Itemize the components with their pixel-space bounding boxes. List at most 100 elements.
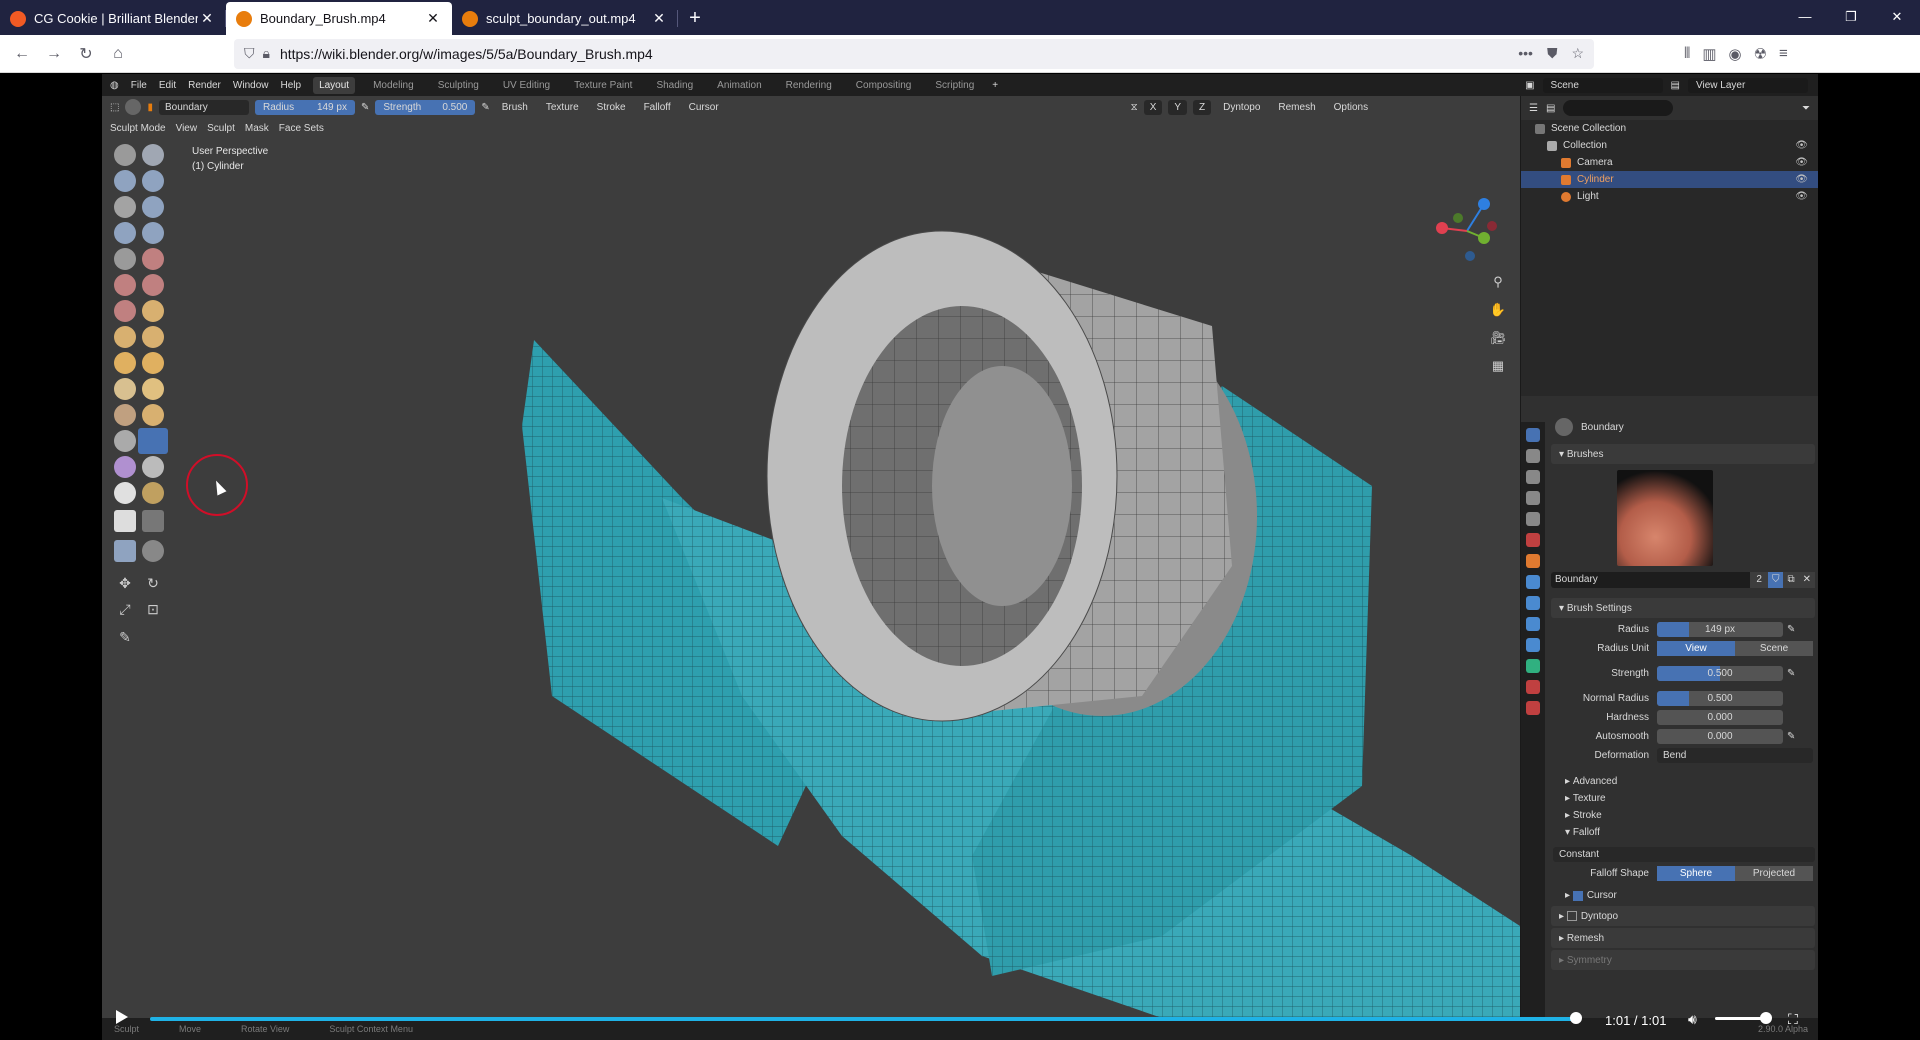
cursor-subpanel[interactable]: ▸ Cursor [1547, 887, 1819, 904]
symmetry-panel-header[interactable]: ▸ Symmetry [1551, 950, 1815, 970]
face-set-color-icon[interactable] [142, 482, 164, 504]
strength-slider[interactable]: 0.500 [1657, 666, 1783, 681]
cursor-dropdown[interactable]: Cursor [683, 100, 725, 115]
volume-slider[interactable] [1715, 1017, 1765, 1020]
pressure-icon[interactable]: ✎ [1787, 624, 1795, 635]
scene-field[interactable]: Scene [1542, 77, 1663, 93]
move-icon[interactable]: ✥ [114, 572, 136, 594]
draw-brush-icon[interactable] [114, 144, 136, 166]
brush-thumbnail[interactable] [1617, 470, 1713, 566]
extension-icon[interactable]: ☢ [1754, 45, 1767, 63]
pressure-icon[interactable]: ✎ [361, 102, 369, 113]
radius-unit-view[interactable]: View [1657, 641, 1735, 656]
box-mask-icon[interactable] [114, 510, 136, 532]
fake-user-icon[interactable]: ⛉ [1767, 572, 1784, 588]
pinch-brush-icon[interactable] [142, 300, 164, 322]
outliner-item-light[interactable]: Light 👁︎ [1521, 188, 1818, 205]
workspace-texture-paint[interactable]: Texture Paint [568, 77, 638, 94]
volume-knob[interactable] [1760, 1012, 1772, 1024]
advanced-subpanel[interactable]: ▸ Advanced [1547, 773, 1819, 790]
editor-type-icon[interactable]: ⬚ [110, 102, 119, 113]
snake-hook-brush-icon[interactable] [114, 352, 136, 374]
menu-file[interactable]: File [131, 80, 147, 91]
eye-icon[interactable]: 👁︎ [1795, 157, 1808, 168]
crease-brush-icon[interactable] [142, 222, 164, 244]
eye-icon[interactable]: 👁︎ [1795, 174, 1808, 185]
sidebar-icon[interactable]: ▥ [1702, 45, 1716, 63]
falloff-dropdown[interactable]: Falloff [638, 100, 677, 115]
brush-preview-icon[interactable] [125, 99, 142, 115]
remesh-panel-header[interactable]: ▸ Remesh [1551, 928, 1815, 948]
remesh-dropdown[interactable]: Remesh [1272, 100, 1321, 115]
simplify-brush-icon[interactable] [114, 456, 136, 478]
workspace-rendering[interactable]: Rendering [780, 77, 838, 94]
close-icon[interactable]: ✕ [198, 10, 216, 27]
brush-settings-panel-header[interactable]: ▾ Brush Settings [1551, 598, 1815, 618]
texture-dropdown[interactable]: Texture [540, 100, 585, 115]
play-icon[interactable] [116, 1010, 128, 1024]
outliner-item-camera[interactable]: Camera 👁︎ [1521, 154, 1818, 171]
duplicate-icon[interactable]: ⧉ [1783, 572, 1799, 588]
clay-strips-brush-icon[interactable] [142, 170, 164, 192]
dyntopo-dropdown[interactable]: Dyntopo [1217, 100, 1266, 115]
volume-icon[interactable]: 🔊︎ [1688, 1011, 1697, 1028]
header-strength-slider[interactable]: Strength 0.500 [375, 99, 476, 115]
menu-icon[interactable]: ≡ [1779, 45, 1788, 63]
pressure-icon[interactable]: ✎ [481, 102, 489, 113]
fullscreen-icon[interactable]: ⛶ [1788, 1011, 1798, 1028]
stroke-subpanel[interactable]: ▸ Stroke [1547, 807, 1819, 824]
view-layer-tab-icon[interactable] [1526, 491, 1540, 505]
url-text[interactable]: https://wiki.blender.org/w/images/5/5a/B… [280, 46, 653, 62]
3d-viewport[interactable]: ⬚ ▮ Boundary Radius 149 px ✎ Strength 0.… [102, 96, 1520, 1018]
cloth-brush-icon[interactable] [114, 430, 136, 452]
layer-brush-icon[interactable] [114, 196, 136, 218]
library-icon[interactable]: ⫴ [1684, 45, 1690, 63]
brush-dropdown[interactable]: Brush [496, 100, 534, 115]
normal-radius-slider[interactable]: 0.500 [1657, 691, 1783, 706]
constraints-tab-icon[interactable] [1526, 638, 1540, 652]
workspace-sculpting[interactable]: Sculpting [432, 77, 485, 94]
brush-name-field[interactable]: Boundary [1551, 572, 1751, 588]
forward-icon[interactable]: → [38, 38, 70, 70]
slide-relax-brush-icon[interactable] [142, 404, 164, 426]
sculpt-mode-dropdown[interactable]: Sculpt Mode [110, 123, 166, 134]
elastic-deform-brush-icon[interactable] [142, 326, 164, 348]
menu-view[interactable]: View [176, 123, 198, 134]
menu-face-sets[interactable]: Face Sets [279, 123, 324, 134]
boundary-brush-icon[interactable] [138, 428, 168, 454]
workspace-uv-editing[interactable]: UV Editing [497, 77, 556, 94]
outliner-item-cylinder[interactable]: Cylinder 👁︎ [1521, 171, 1818, 188]
pocket-icon[interactable]: ⛊ [1547, 45, 1558, 62]
transform-icon[interactable]: ⊡ [142, 598, 164, 620]
header-radius-slider[interactable]: Radius 149 px [254, 99, 355, 115]
draw-sharp-brush-icon[interactable] [142, 144, 164, 166]
tab-cg-cookie[interactable]: CG Cookie | Brilliant Blender, U ✕ [0, 2, 226, 35]
symmetry-icon[interactable]: ⧖ [1131, 102, 1138, 113]
clay-brush-icon[interactable] [114, 170, 136, 192]
flatten-brush-icon[interactable] [142, 248, 164, 270]
workspace-animation[interactable]: Animation [711, 77, 767, 94]
video-progress-knob[interactable] [1569, 1012, 1582, 1024]
pressure-icon[interactable]: ✎ [1787, 668, 1795, 679]
menu-sculpt[interactable]: Sculpt [207, 123, 235, 134]
navigation-gizmo[interactable] [1432, 196, 1502, 266]
brush-name-field[interactable]: Boundary [158, 99, 249, 115]
brushes-panel-header[interactable]: ▾ Brushes [1551, 444, 1815, 464]
lock-icon[interactable]: 🔒︎ [263, 45, 270, 62]
scale-icon[interactable]: ⤢ [114, 598, 136, 620]
workspace-scripting[interactable]: Scripting [929, 77, 980, 94]
view-layer-icon[interactable]: ▤ [1671, 80, 1680, 91]
multiplane-scrape-brush-icon[interactable] [114, 300, 136, 322]
workspace-modeling[interactable]: Modeling [367, 77, 420, 94]
data-tab-icon[interactable] [1526, 659, 1540, 673]
scene-tab-icon[interactable] [1526, 512, 1540, 526]
box-hide-icon[interactable] [142, 510, 164, 532]
draw-face-sets-icon[interactable] [114, 482, 136, 504]
account-icon[interactable]: ◉ [1729, 45, 1742, 63]
physics-tab-icon[interactable] [1526, 617, 1540, 631]
menu-window[interactable]: Window [233, 80, 269, 91]
home-icon[interactable]: ⌂ [102, 38, 134, 70]
menu-mask[interactable]: Mask [245, 123, 269, 134]
axis-x-toggle[interactable]: X [1143, 99, 1163, 115]
shield-icon[interactable]: ⛉ [244, 45, 255, 62]
